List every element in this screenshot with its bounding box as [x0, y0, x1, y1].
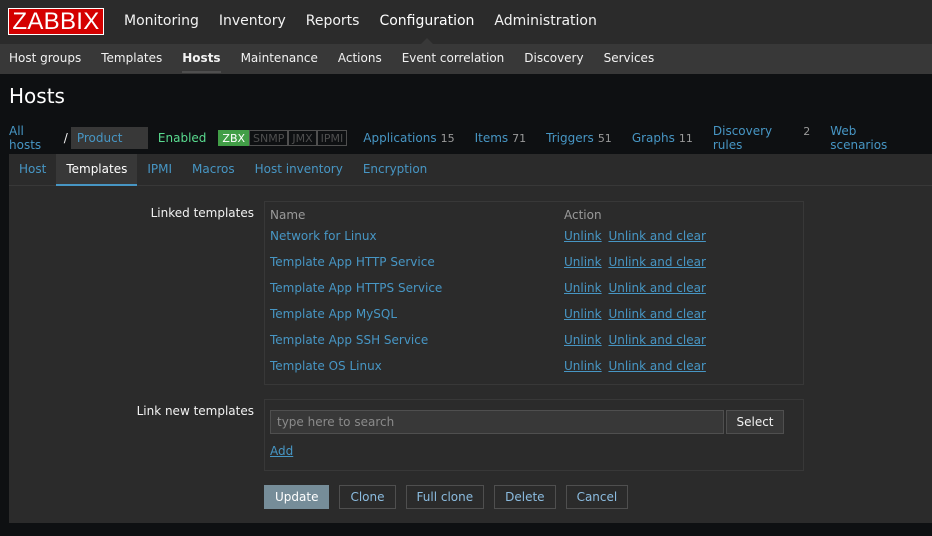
zabbix-logo[interactable]: ZABBIX — [8, 8, 104, 35]
delete-button[interactable]: Delete — [494, 485, 556, 509]
unlink-and-clear-link[interactable]: Unlink and clear — [608, 281, 705, 295]
main-menu: Monitoring Inventory Reports Configurati… — [114, 0, 607, 44]
nav-web-scenarios: Web scenarios — [830, 124, 912, 152]
unlink-link[interactable]: Unlink — [564, 255, 602, 269]
triggers-link[interactable]: Triggers — [546, 131, 594, 145]
linked-templates-label: Linked templates — [150, 206, 254, 220]
menu-inventory[interactable]: Inventory — [209, 0, 296, 44]
template-name-link[interactable]: Template App HTTP Service — [270, 255, 435, 269]
breadcrumb-separator: / — [63, 131, 68, 145]
template-name-link[interactable]: Template OS Linux — [270, 359, 382, 373]
full-clone-button[interactable]: Full clone — [405, 485, 485, 509]
unlink-link[interactable]: Unlink — [564, 359, 602, 373]
table-row: Template App HTTPS Service Unlink Unlink… — [265, 281, 803, 307]
cancel-button[interactable]: Cancel — [565, 485, 629, 509]
badge-jmx: JMX — [288, 130, 317, 146]
submenu-actions[interactable]: Actions — [328, 44, 392, 74]
menu-configuration[interactable]: Configuration — [369, 0, 484, 44]
submenu-services[interactable]: Services — [594, 44, 665, 74]
host-navigation: All hosts / Product INT Enabled ZBX SNMP… — [9, 124, 932, 167]
select-button[interactable]: Select — [726, 410, 784, 434]
tab-host-inventory[interactable]: Host inventory — [245, 154, 353, 186]
badge-zbx: ZBX — [218, 130, 250, 146]
table-row: Template App MySQL Unlink Unlink and cle… — [265, 307, 803, 333]
items-count: 71 — [512, 132, 527, 145]
nav-triggers: Triggers 51 — [546, 131, 612, 145]
column-header-action: Action — [564, 208, 602, 222]
form-tabs: Host Templates IPMI Macros Host inventor… — [9, 154, 437, 186]
graphs-count: 11 — [678, 132, 693, 145]
template-name-link[interactable]: Template App HTTPS Service — [270, 281, 442, 295]
current-host-link[interactable]: Product INT — [70, 127, 148, 167]
page-title: Hosts — [9, 84, 65, 108]
all-hosts-link[interactable]: All hosts — [9, 124, 57, 152]
tab-templates[interactable]: Templates — [56, 154, 138, 186]
applications-link[interactable]: Applications — [363, 131, 436, 145]
submenu-discovery[interactable]: Discovery — [514, 44, 593, 74]
nav-discovery-rules: Discovery rules 2 — [713, 124, 810, 152]
unlink-and-clear-link[interactable]: Unlink and clear — [608, 307, 705, 321]
linked-templates-table: Name Action Network for Linux Unlink Unl… — [264, 201, 804, 385]
unlink-link[interactable]: Unlink — [564, 229, 602, 243]
clone-button[interactable]: Clone — [339, 485, 396, 509]
menu-monitoring[interactable]: Monitoring — [114, 0, 209, 44]
nav-graphs: Graphs 11 — [632, 131, 693, 145]
tab-encryption[interactable]: Encryption — [353, 154, 437, 186]
unlink-and-clear-link[interactable]: Unlink and clear — [608, 359, 705, 373]
template-name-link[interactable]: Template App MySQL — [270, 307, 397, 321]
link-new-templates-box: type here to search Select Add — [264, 399, 804, 471]
unlink-link[interactable]: Unlink — [564, 307, 602, 321]
badge-snmp: SNMP — [249, 130, 289, 146]
add-template-link[interactable]: Add — [270, 444, 293, 458]
template-search-input[interactable]: type here to search — [270, 410, 724, 434]
tab-ipmi[interactable]: IPMI — [137, 154, 182, 186]
nav-items: Items 71 — [475, 131, 527, 145]
tab-macros[interactable]: Macros — [182, 154, 245, 186]
table-row: Network for Linux Unlink Unlink and clea… — [265, 229, 803, 255]
menu-reports[interactable]: Reports — [296, 0, 370, 44]
nav-applications: Applications 15 — [363, 131, 454, 145]
update-button[interactable]: Update — [264, 485, 330, 509]
table-row: Template OS Linux Unlink Unlink and clea… — [265, 359, 803, 385]
discovery-rules-link[interactable]: Discovery rules — [713, 124, 799, 152]
host-form: Host Templates IPMI Macros Host inventor… — [9, 154, 932, 523]
submenu-host-groups[interactable]: Host groups — [0, 44, 91, 74]
host-status-enabled[interactable]: Enabled — [158, 131, 207, 145]
column-header-name: Name — [270, 208, 306, 222]
discovery-rules-count: 2 — [803, 125, 811, 138]
template-name-link[interactable]: Template App SSH Service — [270, 333, 428, 347]
submenu-maintenance[interactable]: Maintenance — [231, 44, 328, 74]
items-link[interactable]: Items — [475, 131, 509, 145]
badge-ipmi: IPMI — [316, 130, 348, 146]
template-name-link[interactable]: Network for Linux — [270, 229, 377, 243]
sub-navigation: Host groups Templates Hosts Maintenance … — [0, 44, 932, 74]
unlink-link[interactable]: Unlink — [564, 333, 602, 347]
unlink-and-clear-link[interactable]: Unlink and clear — [608, 333, 705, 347]
graphs-link[interactable]: Graphs — [632, 131, 675, 145]
submenu-hosts[interactable]: Hosts — [172, 44, 230, 74]
menu-administration[interactable]: Administration — [484, 0, 606, 44]
link-new-templates-label: Link new templates — [136, 404, 254, 418]
applications-count: 15 — [440, 132, 455, 145]
tab-host[interactable]: Host — [9, 154, 56, 186]
submenu-event-correlation[interactable]: Event correlation — [392, 44, 515, 74]
unlink-and-clear-link[interactable]: Unlink and clear — [608, 229, 705, 243]
triggers-count: 51 — [597, 132, 612, 145]
web-scenarios-link[interactable]: Web scenarios — [830, 124, 912, 152]
top-navigation: ZABBIX Monitoring Inventory Reports Conf… — [0, 0, 932, 44]
form-buttons: Update Clone Full clone Delete Cancel — [264, 485, 638, 509]
submenu-templates[interactable]: Templates — [91, 44, 172, 74]
table-row: Template App SSH Service Unlink Unlink a… — [265, 333, 803, 359]
unlink-and-clear-link[interactable]: Unlink and clear — [608, 255, 705, 269]
table-row: Template App HTTP Service Unlink Unlink … — [265, 255, 803, 281]
unlink-link[interactable]: Unlink — [564, 281, 602, 295]
availability-badges: ZBX SNMP JMX IPMI — [218, 130, 348, 146]
logo-text: ZABBIX — [12, 7, 100, 35]
